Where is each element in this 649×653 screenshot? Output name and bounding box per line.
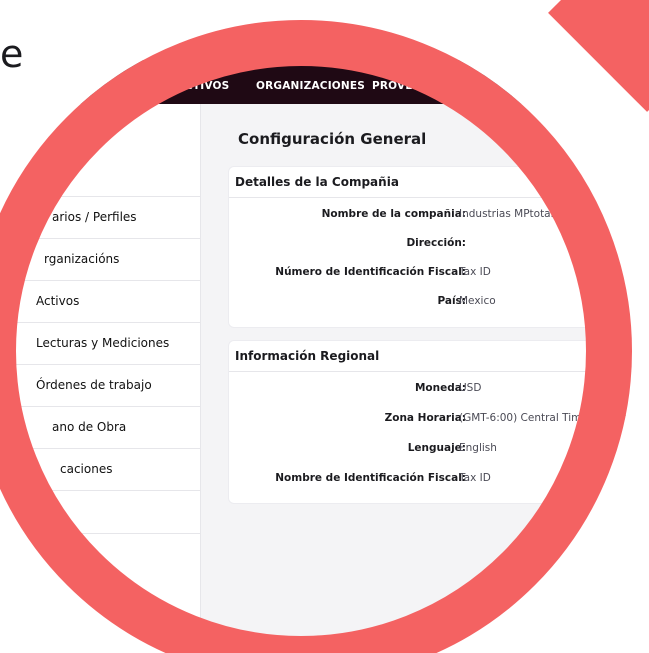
- sidebar-item-empty[interactable]: [0, 490, 200, 534]
- field-label: Dirección:: [406, 237, 466, 249]
- company-details-card: Detalles de la Compañia Nombre de la com…: [228, 166, 632, 328]
- field-row-tax-id: Número de Identificación Fiscal: Tax ID: [229, 266, 632, 286]
- sidebar-item-label: caciones: [60, 462, 113, 476]
- sidebar-item-usuarios-perfiles[interactable]: arios / Perfiles: [0, 196, 200, 238]
- sidebar-item-lecturas-mediciones[interactable]: Lecturas y Mediciones: [0, 322, 200, 364]
- field-value: Tax ID: [459, 266, 491, 278]
- field-label: Nombre de Identificación Fiscal:: [275, 472, 466, 484]
- field-value: Mexico: [459, 295, 496, 307]
- field-row-company-name: Nombre de la compañia: Industrias MPtota…: [229, 208, 632, 228]
- app-window: CTIVOS ORGANIZACIONES PROVEEDORES arios …: [0, 20, 632, 653]
- screenshot-stage: e CTIVOS ORGANIZACIONES PROVEEDORES ario…: [0, 0, 649, 653]
- nav-item-organizaciones[interactable]: ORGANIZACIONES: [256, 80, 365, 92]
- field-row-address: Dirección:: [229, 237, 632, 257]
- field-row-tax-id-regional: Nombre de Identificación Fiscal: Tax ID: [229, 472, 632, 492]
- field-row-timezone: Zona Horaria: (GMT-6:00) Central Time (C…: [229, 412, 632, 432]
- field-value: USD: [459, 382, 482, 394]
- sidebar-item-label: rganizacións: [44, 252, 120, 266]
- field-label: Zona Horaria:: [384, 412, 466, 424]
- field-row-currency: Moneda: USD: [229, 382, 632, 402]
- field-label: Nombre de la compañia:: [321, 208, 466, 220]
- field-value: Industrias MPtotal: [459, 208, 554, 220]
- magnifier-lens: CTIVOS ORGANIZACIONES PROVEEDORES arios …: [0, 20, 632, 653]
- sidebar-item-label: Activos: [36, 294, 80, 308]
- page-title: Configuración General: [238, 130, 427, 148]
- sidebar-item-ordenes-trabajo[interactable]: Órdenes de trabajo: [0, 364, 200, 406]
- sidebar-item-organizaciones[interactable]: rganizacións: [0, 238, 200, 280]
- field-row-country: País: Mexico: [229, 295, 632, 315]
- field-value: (GMT-6:00) Central Time (Centra: [459, 412, 631, 424]
- sidebar-item-label: Órdenes de trabajo: [36, 378, 152, 392]
- field-label: Lenguaje:: [407, 442, 466, 454]
- sidebar-item-label: Lecturas y Mediciones: [36, 336, 170, 350]
- field-row-language: Lenguaje: English: [229, 442, 632, 462]
- sidebar: arios / Perfiles rganizacións Activos Le…: [0, 104, 201, 653]
- card-title: Información Regional: [235, 349, 380, 363]
- sidebar-item-label: arios / Perfiles: [52, 210, 137, 224]
- nav-item-proveedores[interactable]: PROVEEDORES: [372, 80, 462, 92]
- card-title: Detalles de la Compañia: [235, 175, 399, 189]
- regional-info-card: Información Regional Moneda: USD Zona Ho…: [228, 340, 632, 504]
- sidebar-item-label: ano de Obra: [52, 420, 127, 434]
- sidebar-item-ubicaciones[interactable]: caciones: [0, 448, 200, 490]
- card-header: Información Regional: [229, 341, 632, 372]
- field-value: English: [459, 442, 497, 454]
- field-value: Tax ID: [459, 472, 491, 484]
- sidebar-item-mano-obra[interactable]: ano de Obra: [0, 406, 200, 448]
- nav-item-activos[interactable]: CTIVOS: [185, 80, 229, 92]
- card-header: Detalles de la Compañia: [229, 167, 632, 198]
- field-label: Número de Identificación Fiscal:: [275, 266, 466, 278]
- sidebar-item-activos[interactable]: Activos: [0, 280, 200, 322]
